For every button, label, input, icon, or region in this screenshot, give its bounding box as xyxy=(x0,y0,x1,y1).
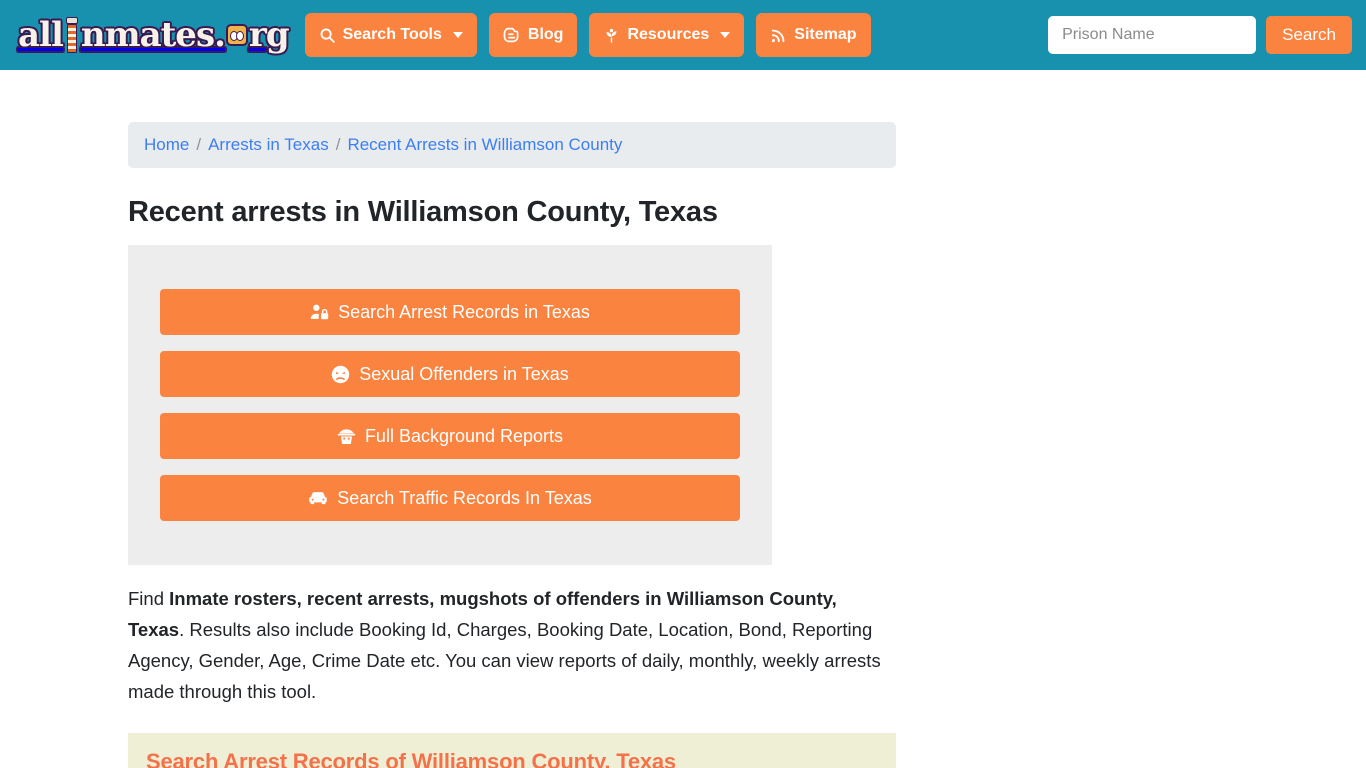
chevron-down-icon xyxy=(720,32,731,38)
breadcrumb-item-current[interactable]: Recent Arrests in Williamson County xyxy=(347,135,622,155)
section-heading: Search Arrest Records of Williamson Coun… xyxy=(146,749,676,768)
breadcrumb-item-arrests-in-texas[interactable]: Arrests in Texas xyxy=(208,135,329,155)
nav-search-tools-button[interactable]: Search Tools xyxy=(304,13,477,57)
search-arrest-records-label: Search Arrest Records in Texas xyxy=(338,301,590,322)
site-logo[interactable]: all nmates. rg xyxy=(18,15,290,55)
search-records-section: Search Arrest Records of Williamson Coun… xyxy=(128,733,896,768)
nav-search-tools-label: Search Tools xyxy=(342,26,442,43)
breadcrumb: Home / Arrests in Texas / Recent Arrests… xyxy=(128,122,896,168)
page-description: Find Inmate rosters, recent arrests, mug… xyxy=(128,583,896,707)
description-suffix: . Results also include Booking Id, Charg… xyxy=(128,619,881,702)
action-buttons-panel: Search Arrest Records in Texas Sexual Of… xyxy=(128,245,772,565)
breadcrumb-item-home[interactable]: Home xyxy=(144,135,189,155)
rss-icon xyxy=(770,27,787,44)
site-header: all nmates. rg Search Tools Blog Resourc… xyxy=(0,0,1366,70)
full-background-reports-button[interactable]: Full Background Reports xyxy=(160,413,740,459)
sexual-offenders-label: Sexual Offenders in Texas xyxy=(359,363,569,384)
search-arrest-records-button[interactable]: Search Arrest Records in Texas xyxy=(160,289,740,335)
nav-sitemap-label: Sitemap xyxy=(794,26,857,43)
nav-sitemap-button[interactable]: Sitemap xyxy=(756,13,871,57)
nav-resources-button[interactable]: Resources xyxy=(589,13,745,57)
prison-name-search-input[interactable] xyxy=(1048,16,1257,54)
seedling-icon xyxy=(603,27,620,44)
blogger-icon xyxy=(503,26,521,44)
chevron-down-icon xyxy=(452,32,463,38)
nav-blog-button[interactable]: Blog xyxy=(488,13,578,57)
search-traffic-records-label: Search Traffic Records In Texas xyxy=(337,487,592,508)
description-prefix: Find xyxy=(128,588,170,609)
page-title: Recent arrests in Williamson County, Tex… xyxy=(128,196,718,228)
nav-blog-label: Blog xyxy=(527,26,564,43)
user-lock-icon xyxy=(310,303,329,322)
page-container: Home / Arrests in Texas / Recent Arrests… xyxy=(0,70,1366,768)
nav-resources-label: Resources xyxy=(627,26,710,43)
search-traffic-records-button[interactable]: Search Traffic Records In Texas xyxy=(160,475,740,521)
breadcrumb-separator: / xyxy=(335,135,341,154)
content-column: Home / Arrests in Texas / Recent Arrests… xyxy=(128,122,896,768)
full-background-reports-label: Full Background Reports xyxy=(364,425,564,446)
logo-eyes-icon xyxy=(225,24,248,46)
logo-inmate-figure-icon xyxy=(64,17,80,53)
logo-text-part-1: all xyxy=(18,15,64,55)
angry-face-icon xyxy=(331,365,350,384)
logo-text-part-2: nmates. xyxy=(80,15,226,55)
search-icon xyxy=(319,27,336,44)
logo-text-part-3: rg xyxy=(248,15,290,55)
header-search-form: Search xyxy=(1048,0,1352,70)
breadcrumb-separator: / xyxy=(196,135,202,154)
car-icon xyxy=(308,488,328,508)
user-secret-icon xyxy=(337,427,356,446)
sexual-offenders-button[interactable]: Sexual Offenders in Texas xyxy=(160,351,740,397)
header-search-button[interactable]: Search xyxy=(1266,16,1352,54)
